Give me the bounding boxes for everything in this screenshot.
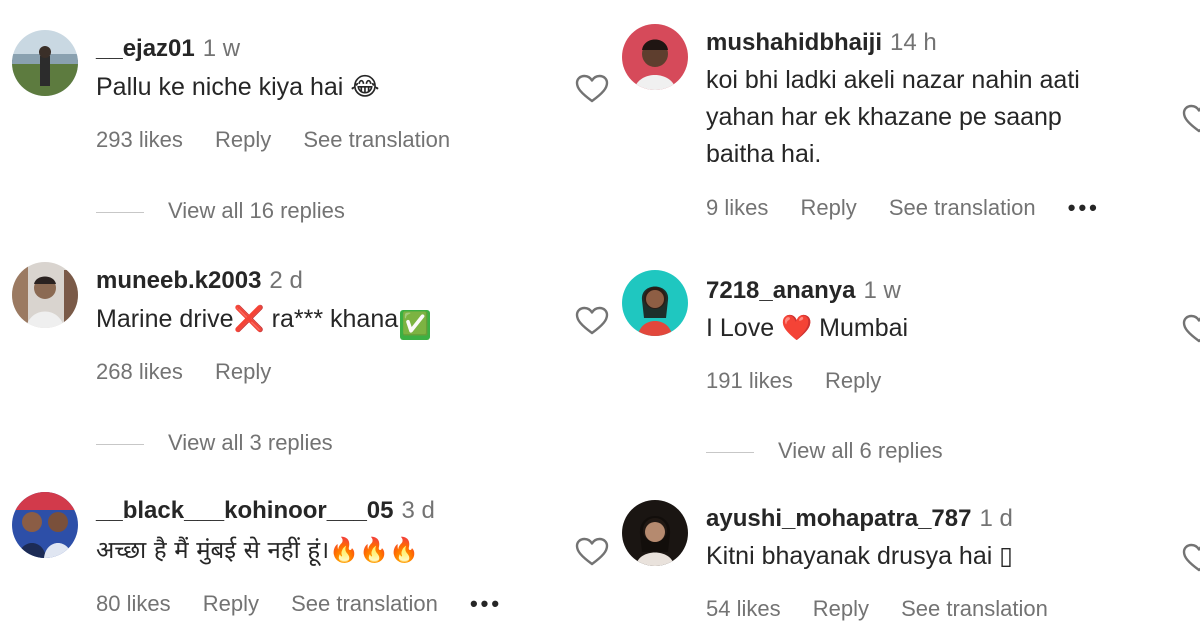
- comment-body: अच्छा है मैं मुंबई से नहीं हूं।: [96, 536, 330, 564]
- comment-text: I Love ❤️ Mumbai: [706, 309, 908, 347]
- comment-meta: 293 likes Reply See translation: [96, 126, 476, 154]
- timestamp[interactable]: 1 w: [863, 277, 900, 304]
- comment-text: Pallu ke niche kiya hai 😂: [96, 68, 380, 106]
- comment-meta: 268 likes Reply: [96, 358, 297, 386]
- see-translation-button[interactable]: See translation: [901, 596, 1048, 621]
- timestamp[interactable]: 14 h: [890, 29, 937, 56]
- heart-outline-icon[interactable]: [575, 537, 609, 567]
- comments-column-left: __ejaz01 1 w Pallu ke niche kiya hai 😂 29…: [0, 0, 610, 628]
- comment-text: koi bhi ladki akeli nazar nahin aati yah…: [706, 62, 1080, 173]
- divider-line: [96, 443, 144, 445]
- heart-outline-icon[interactable]: [1182, 104, 1200, 134]
- comment-body-part: Mumbai: [819, 314, 909, 342]
- comment-meta: 191 likes Reply: [706, 367, 907, 395]
- comment-header: __ejaz01 1 w: [96, 34, 240, 64]
- avatar[interactable]: [12, 30, 78, 96]
- red-heart-emoji-icon: ❤️: [781, 313, 813, 342]
- comment-header: 7218_ananya 1 w: [706, 276, 901, 306]
- timestamp[interactable]: 1 w: [203, 35, 240, 62]
- comment-meta: 80 likes Reply See translation •••: [96, 590, 528, 618]
- username[interactable]: mushahidbhaiji: [706, 29, 882, 56]
- avatar[interactable]: [622, 270, 688, 336]
- comment-line: yahan har ek khazane pe saanp: [706, 103, 1062, 131]
- likes-count[interactable]: 293 likes: [96, 127, 183, 152]
- comment-body: Kitni bhayanak drusya hai ▯: [706, 542, 1013, 570]
- reply-button[interactable]: Reply: [813, 596, 869, 621]
- see-translation-button[interactable]: See translation: [889, 195, 1036, 220]
- see-translation-button[interactable]: See translation: [291, 591, 438, 616]
- comment-header: ayushi_mohapatra_787 1 d: [706, 504, 1013, 534]
- heart-outline-icon[interactable]: [575, 306, 609, 336]
- reply-button[interactable]: Reply: [203, 591, 259, 616]
- more-dots-icon[interactable]: •••: [470, 591, 502, 616]
- check-mark-emoji-icon: ✅: [400, 310, 431, 340]
- reply-button[interactable]: Reply: [215, 359, 271, 384]
- comment-header: mushahidbhaiji 14 h: [706, 28, 937, 58]
- avatar[interactable]: [12, 262, 78, 328]
- view-replies-label: View all 3 replies: [168, 430, 333, 455]
- heart-outline-icon[interactable]: [575, 74, 609, 104]
- see-translation-button[interactable]: See translation: [303, 127, 450, 152]
- comment-body: Pallu ke niche kiya hai: [96, 73, 344, 101]
- likes-count[interactable]: 268 likes: [96, 359, 183, 384]
- comment-header: muneeb.k2003 2 d: [96, 266, 303, 296]
- comment-text: Kitni bhayanak drusya hai ▯: [706, 538, 1013, 575]
- comment-text: अच्छा है मैं मुंबई से नहीं हूं।🔥🔥🔥: [96, 532, 419, 569]
- timestamp[interactable]: 3 d: [402, 497, 435, 524]
- reply-button[interactable]: Reply: [825, 368, 881, 393]
- view-replies-button[interactable]: View all 16 replies: [96, 197, 345, 225]
- comment-line: baitha hai.: [706, 140, 822, 168]
- username[interactable]: muneeb.k2003: [96, 267, 261, 294]
- comment-meta: 9 likes Reply See translation •••: [706, 194, 1126, 222]
- avatar[interactable]: [12, 492, 78, 558]
- heart-outline-icon[interactable]: [1182, 543, 1200, 573]
- comment-body-part: I Love: [706, 314, 775, 342]
- view-replies-label: View all 16 replies: [168, 198, 345, 223]
- timestamp[interactable]: 1 d: [979, 505, 1012, 532]
- view-replies-button[interactable]: View all 6 replies: [706, 437, 943, 465]
- avatar[interactable]: [622, 24, 688, 90]
- comment-body-part: ra*** khana: [264, 305, 399, 333]
- more-dots-icon[interactable]: •••: [1068, 195, 1100, 220]
- likes-count[interactable]: 191 likes: [706, 368, 793, 393]
- view-replies-button[interactable]: View all 3 replies: [96, 429, 333, 457]
- comment-body-part: Marine drive: [96, 305, 234, 333]
- likes-count[interactable]: 9 likes: [706, 195, 768, 220]
- avatar[interactable]: [622, 500, 688, 566]
- likes-count[interactable]: 54 likes: [706, 596, 781, 621]
- comment-line: koi bhi ladki akeli nazar nahin aati: [706, 66, 1080, 94]
- username[interactable]: 7218_ananya: [706, 277, 855, 304]
- fire-emoji-icon: 🔥🔥🔥: [329, 536, 419, 564]
- username[interactable]: ayushi_mohapatra_787: [706, 505, 971, 532]
- divider-line: [96, 211, 144, 213]
- heart-outline-icon[interactable]: [1182, 314, 1200, 344]
- username[interactable]: __black___kohinoor___05: [96, 497, 394, 524]
- username[interactable]: __ejaz01: [96, 35, 195, 62]
- cross-mark-emoji-icon: ❌: [233, 304, 265, 333]
- comment-meta: 54 likes Reply See translation: [706, 595, 1074, 623]
- view-replies-label: View all 6 replies: [778, 438, 943, 463]
- comments-column-right: mushahidbhaiji 14 h koi bhi ladki akeli n…: [610, 0, 1200, 628]
- divider-line: [706, 451, 754, 453]
- likes-count[interactable]: 80 likes: [96, 591, 171, 616]
- reply-button[interactable]: Reply: [215, 127, 271, 152]
- laughing-emoji-icon: 😂: [350, 72, 380, 101]
- reply-button[interactable]: Reply: [800, 195, 856, 220]
- comment-header: __black___kohinoor___05 3 d: [96, 496, 435, 526]
- comment-text: Marine drive❌ ra*** khana ✅: [96, 300, 431, 340]
- timestamp[interactable]: 2 d: [269, 267, 302, 294]
